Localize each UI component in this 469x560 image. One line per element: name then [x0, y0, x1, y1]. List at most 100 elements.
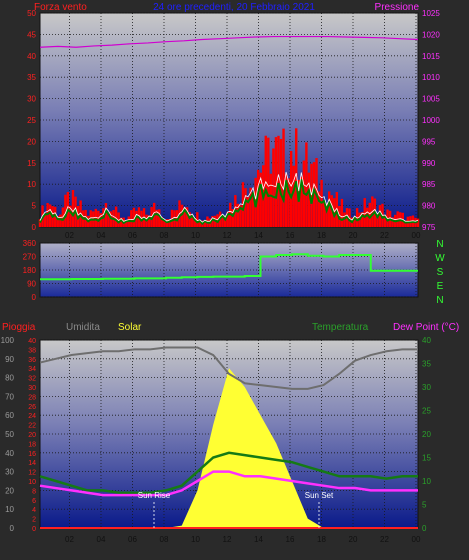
temperature-x-tick-label: 00	[412, 535, 421, 544]
rain-tick-label: 30	[28, 385, 36, 392]
direction-tick-label: 180	[23, 266, 37, 275]
wind-tick-label: 30	[27, 95, 36, 104]
wind-x-tick-label: 04	[97, 231, 106, 240]
wind-x-tick-label: 02	[65, 231, 74, 240]
wind-x-tick-label: 12	[223, 231, 232, 240]
compass-letter: E	[437, 281, 444, 292]
temperature-tick-label: 15	[422, 454, 431, 463]
temperature-tick-label: 5	[422, 501, 427, 510]
wind-tick-label: 45	[27, 30, 36, 39]
wind-x-tick-label: 16	[286, 231, 295, 240]
pressure-tick-label: 990	[422, 159, 436, 168]
wind-tick-label: 10	[27, 180, 36, 189]
gust-bar	[328, 191, 331, 227]
rain-tick-label: 18	[28, 441, 36, 448]
gust-bar	[292, 165, 295, 227]
gust-bar	[416, 218, 420, 227]
direction-tick-label: 270	[23, 253, 37, 262]
temperature-tick-label: 10	[422, 477, 431, 486]
temperature-x-tick-label: 20	[349, 535, 358, 544]
humidity-tick-label: 60	[5, 411, 14, 420]
rain-tick-label: 14	[28, 460, 36, 467]
humidity-tick-label: 40	[5, 449, 14, 458]
temperature-x-tick-label: 10	[191, 535, 200, 544]
rain-tick-label: 22	[28, 423, 36, 430]
gust-bar	[272, 148, 275, 227]
temperature-x-tick-label: 16	[286, 535, 295, 544]
direction-tick-label: 360	[23, 239, 37, 248]
wind-tick-label: 40	[27, 52, 36, 61]
wind-tick-label: 25	[27, 116, 36, 125]
legend-humidity: Umidita	[66, 322, 100, 333]
wind-x-tick-label: 08	[160, 231, 169, 240]
temperature-x-tick-label: 22	[380, 535, 389, 544]
sunrise-label: Sun Rise	[138, 491, 171, 500]
humidity-tick-label: 80	[5, 374, 14, 383]
gust-bar	[269, 173, 273, 227]
gust-bar	[277, 135, 280, 227]
rain-tick-label: 32	[28, 376, 36, 383]
temperature-tick-label: 35	[422, 360, 431, 369]
gust-bar	[114, 206, 118, 227]
direction-tick-label: 90	[27, 280, 36, 289]
rain-tick-label: 10	[28, 479, 36, 486]
pressure-axis-title: Pressione	[375, 2, 420, 13]
temperature-x-tick-label: 08	[160, 535, 169, 544]
temperature-tick-label: 30	[422, 383, 431, 392]
compass-letter: S	[437, 267, 444, 278]
rain-tick-label: 34	[28, 366, 36, 373]
rain-tick-label: 8	[32, 488, 36, 495]
wind-tick-label: 5	[32, 202, 37, 211]
legend-rain: Pioggia	[2, 322, 36, 333]
gust-bar	[267, 137, 270, 227]
wind-x-tick-label: 22	[380, 231, 389, 240]
rain-tick-label: 36	[28, 357, 36, 364]
temperature-x-tick-label: 18	[317, 535, 326, 544]
pressure-tick-label: 1010	[422, 73, 440, 82]
rain-tick-label: 38	[28, 347, 36, 354]
temperature-x-tick-label: 04	[97, 535, 106, 544]
legend-temperature: Temperatura	[312, 322, 369, 333]
gust-bar	[340, 198, 344, 227]
pressure-tick-label: 1005	[422, 95, 440, 104]
gust-bar	[368, 202, 371, 227]
compass-letter: N	[436, 239, 443, 250]
wind-x-tick-label: 18	[317, 231, 326, 240]
legend-dewpoint: Dew Point (°C)	[393, 322, 459, 333]
rain-tick-label: 6	[32, 498, 36, 505]
pressure-tick-label: 1025	[422, 9, 440, 18]
rain-tick-label: 2	[32, 517, 36, 524]
humidity-tick-label: 100	[1, 336, 15, 345]
rain-tick-label: 40	[28, 338, 36, 345]
rain-tick-label: 16	[28, 451, 36, 458]
wind-x-tick-label: 10	[191, 231, 200, 240]
wind-axis-title: Forza vento	[34, 2, 87, 13]
gust-bar	[244, 188, 247, 227]
wind-tick-label: 20	[27, 137, 36, 146]
wind-x-tick-label: 06	[128, 231, 137, 240]
gust-bar	[289, 150, 293, 227]
compass-letter: N	[436, 295, 443, 306]
temperature-tick-label: 25	[422, 407, 431, 416]
pressure-tick-label: 1000	[422, 116, 440, 125]
pressure-tick-label: 975	[422, 223, 436, 232]
humidity-tick-label: 50	[5, 430, 14, 439]
temperature-x-tick-label: 14	[254, 535, 263, 544]
wind-x-tick-label: 20	[349, 231, 358, 240]
pressure-tick-label: 1015	[422, 52, 440, 61]
pressure-tick-label: 980	[422, 202, 436, 211]
humidity-tick-label: 90	[5, 355, 14, 364]
rain-tick-label: 12	[28, 470, 36, 477]
temperature-x-tick-label: 12	[223, 535, 232, 544]
rain-tick-label: 26	[28, 404, 36, 411]
temperature-tick-label: 0	[422, 524, 427, 533]
temperature-x-tick-label: 02	[65, 535, 74, 544]
temperature-tick-label: 40	[422, 336, 431, 345]
gust-bar	[366, 207, 369, 227]
humidity-tick-label: 0	[10, 524, 15, 533]
gust-bar	[59, 214, 62, 227]
pressure-tick-label: 1020	[422, 30, 440, 39]
rain-tick-label: 24	[28, 413, 36, 420]
wind-x-tick-label: 14	[254, 231, 263, 240]
pressure-tick-label: 985	[422, 180, 436, 189]
